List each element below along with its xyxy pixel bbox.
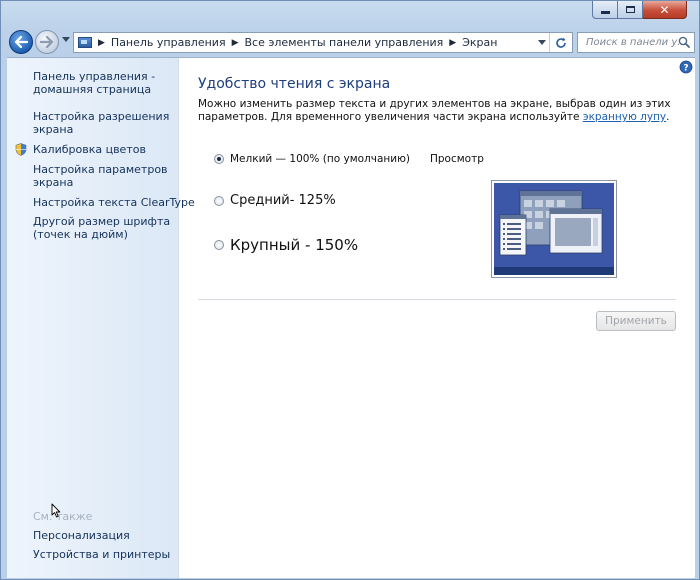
forward-arrow-icon [40,36,54,48]
sidebar-item-personalization[interactable]: Персонализация [33,529,130,542]
sidebar-item-label: экрана [33,123,74,136]
option-small-label[interactable]: Мелкий — 100% (по умолчанию) [230,153,410,165]
apply-button[interactable]: Применить [596,311,676,331]
caption-buttons: ✕ [592,1,687,19]
sidebar-item-custom-dpi[interactable]: Другой размер шрифта (точек на дюйм) [33,215,170,241]
content-area: Панель управления - домашняя страница На… [7,57,695,578]
sidebar-item-label: экрана [33,176,74,189]
magnifier-link[interactable]: экранную лупу [583,111,666,123]
maximize-icon [625,6,635,13]
help-button[interactable]: ? [677,58,695,76]
main-panel: ? Удобство чтения с экрана Можно изменит… [179,58,695,578]
search-box[interactable]: Поиск в панели у... [577,32,695,53]
radio-large[interactable] [214,240,224,250]
mouse-cursor-icon [51,503,61,518]
breadcrumb-separator-icon[interactable]: ▶ [449,38,456,48]
sidebar-item-cleartype[interactable]: Настройка текста ClearType [33,196,195,209]
section-divider [198,299,676,300]
search-placeholder[interactable]: Поиск в панели у... [586,37,687,48]
shield-icon [15,143,27,156]
option-small[interactable]: Мелкий — 100% (по умолчанию) [214,153,410,165]
breadcrumb-separator-icon[interactable]: ▶ [232,38,239,48]
sidebar-item-calibrate-color[interactable]: Калибровка цветов [33,143,146,156]
breadcrumb-all-items[interactable]: Все элементы панели управления [245,36,444,49]
desktop-preview-icon [494,183,614,275]
recent-pages-chevron-icon[interactable] [62,37,70,42]
help-icon: ? [679,60,693,74]
option-large-label[interactable]: Крупный - 150% [230,236,358,254]
option-medium-label[interactable]: Средний- 125% [230,193,336,208]
close-button[interactable]: ✕ [643,1,687,19]
sidebar-item-label: Калибровка цветов [33,143,146,156]
description-end: . [666,111,670,123]
sidebar-item-display-settings[interactable]: Настройка параметров экрана [33,163,168,189]
breadcrumb-control-panel[interactable]: Панель управления [111,36,226,49]
sidebar-item-label: Другой размер шрифта [33,215,171,228]
sidebar-item-label: Настройка разрешения [33,110,170,123]
page-title: Удобство чтения с экрана [198,76,391,92]
sidebar-item-devices-printers[interactable]: Устройства и принтеры [33,548,170,561]
address-bar[interactable]: ▶ Панель управления ▶ Все элементы панел… [73,32,573,53]
control-panel-icon [78,37,92,48]
preview-label: Просмотр [430,153,484,165]
option-medium[interactable]: Средний- 125% [214,193,336,208]
sidebar-item-label: Настройка текста ClearType [33,196,195,209]
svg-text:?: ? [683,64,688,74]
refresh-icon [556,37,566,48]
sidebar-item-label: домашняя страница [33,83,152,96]
breadcrumb-separator-icon[interactable]: ▶ [98,38,105,48]
preview-image [491,180,617,278]
forward-button[interactable] [35,30,59,54]
sidebar-item-label: (точек на дюйм) [33,228,128,241]
radio-medium[interactable] [214,195,224,206]
refresh-button[interactable] [549,33,572,52]
sidebar-item-screen-resolution[interactable]: Настройка разрешения экрана [33,110,169,136]
maximize-button[interactable] [618,1,643,19]
sidebar-item-label: Панель управления - [33,70,156,83]
minimize-button[interactable] [592,1,618,19]
close-icon: ✕ [659,2,670,17]
option-large[interactable]: Крупный - 150% [214,236,358,254]
sidebar-item-label: Настройка параметров [33,163,168,176]
search-icon[interactable] [678,36,690,48]
minimize-icon [600,11,610,14]
page-description: Можно изменить размер текста и других эл… [198,98,678,124]
back-arrow-icon [14,36,28,48]
sidebar-item-control-panel-home[interactable]: Панель управления - домашняя страница [33,70,155,96]
control-panel-window: ✕ ▶ Панель управления ▶ Все элементы пан… [0,0,700,580]
see-also-heading: См. также [33,510,93,523]
task-pane: Панель управления - домашняя страница На… [7,58,195,578]
address-dropdown-icon[interactable] [538,40,546,45]
navigation-bar: ▶ Панель управления ▶ Все элементы панел… [7,29,695,55]
back-button[interactable] [9,30,33,54]
radio-small[interactable] [214,154,224,164]
breadcrumb-display[interactable]: Экран [462,36,497,49]
